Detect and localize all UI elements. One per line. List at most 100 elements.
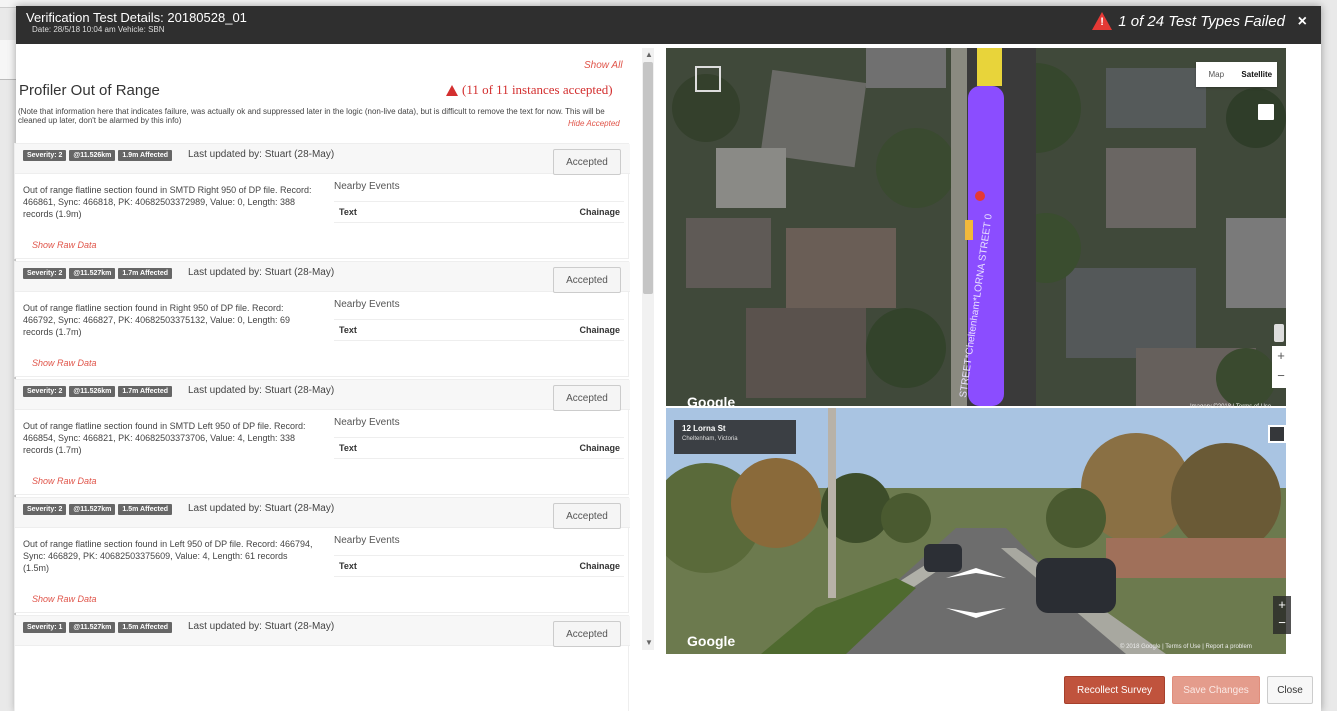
affected-badge: 1.7m Affected [118, 268, 173, 279]
last-updated: Last updated by: Stuart (28-May) [188, 621, 335, 632]
street-view-fullscreen-icon[interactable] [1268, 425, 1286, 443]
position-badge: @11.527km [69, 268, 116, 279]
map-zoom-in-button[interactable]: + [1272, 346, 1290, 366]
severity-badge: Severity: 2 [23, 268, 67, 279]
event-badges: Severity: 2 @11.526km 1.7m Affected [23, 386, 173, 397]
event-card: Severity: 1 @11.527km 1.5m Affected Last… [14, 615, 630, 711]
street-address-box: 12 Lorna St Cheltenham, Victoria [674, 420, 796, 454]
accepted-button[interactable]: Accepted [553, 621, 621, 647]
map-type-toggle[interactable]: Map Satellite [1196, 62, 1277, 87]
map-layers-icon[interactable] [695, 66, 721, 92]
nearby-events-title: Nearby Events [334, 299, 400, 310]
nearby-events-title: Nearby Events [334, 417, 400, 428]
nearby-events-title: Nearby Events [334, 181, 400, 192]
street-address: 12 Lorna St [682, 424, 726, 433]
column-text: Text [339, 443, 357, 453]
show-raw-data-link[interactable]: Show Raw Data [32, 594, 97, 604]
accepted-button[interactable]: Accepted [553, 267, 621, 293]
event-description: Out of range flatline section found in S… [23, 421, 306, 455]
hide-accepted-link[interactable]: Hide Accepted [568, 119, 620, 128]
column-text: Text [339, 207, 357, 217]
affected-badge: 1.9m Affected [118, 150, 173, 161]
position-badge: @11.527km [69, 622, 116, 633]
event-description: Out of range flatline section found in S… [23, 185, 312, 219]
severity-badge: Severity: 2 [23, 386, 67, 397]
street-view-zoom-out-button[interactable]: − [1273, 614, 1291, 632]
instances-text: (11 of 11 instances accepted) [462, 82, 613, 97]
event-description: Out of range flatline section found in L… [23, 539, 313, 573]
event-card-header: Severity: 1 @11.527km 1.5m Affected Last… [15, 616, 630, 646]
accepted-button[interactable]: Accepted [553, 503, 621, 529]
warning-icon [446, 84, 458, 96]
nearby-events-table: Text Chainage [334, 319, 624, 341]
save-changes-button[interactable]: Save Changes [1172, 676, 1260, 704]
show-raw-data-link[interactable]: Show Raw Data [32, 476, 97, 486]
column-chainage: Chainage [579, 443, 620, 453]
last-updated: Last updated by: Stuart (28-May) [188, 385, 335, 396]
map-fullscreen-icon[interactable] [1258, 104, 1274, 120]
column-text: Text [339, 561, 357, 571]
column-chainage: Chainage [579, 561, 620, 571]
position-badge: @11.526km [69, 150, 116, 161]
last-updated: Last updated by: Stuart (28-May) [188, 149, 335, 160]
column-chainage: Chainage [579, 325, 620, 335]
map-zoom-out-button[interactable]: − [1272, 366, 1290, 386]
event-badges: Severity: 2 @11.526km 1.9m Affected [23, 150, 173, 161]
warning-icon [1092, 12, 1113, 30]
position-badge: @11.526km [69, 386, 116, 397]
close-icon[interactable]: × [1298, 13, 1307, 31]
column-text: Text [339, 325, 357, 335]
map-zoom-control[interactable]: + − [1272, 346, 1290, 388]
event-badges: Severity: 1 @11.527km 1.5m Affected [23, 622, 173, 633]
accepted-button[interactable]: Accepted [553, 385, 621, 411]
failure-summary: 1 of 24 Test Types Failed [1092, 12, 1285, 30]
last-updated: Last updated by: Stuart (28-May) [188, 503, 335, 514]
recollect-survey-button[interactable]: Recollect Survey [1064, 676, 1165, 704]
satellite-map[interactable]: STREET*Cheltenham*LORNA STREET 0 [666, 48, 1286, 406]
info-note: (Note that information here that indicat… [18, 107, 605, 125]
event-card: Severity: 2 @11.527km 1.7m Affected Last… [14, 261, 630, 377]
event-card-header: Severity: 2 @11.527km 1.5m Affected Last… [15, 498, 630, 528]
column-chainage: Chainage [579, 207, 620, 217]
affected-badge: 1.5m Affected [118, 622, 173, 633]
street-suburb: Cheltenham, Victoria [682, 436, 738, 442]
street-view-google-logo: Google [687, 633, 736, 649]
last-updated: Last updated by: Stuart (28-May) [188, 267, 335, 278]
show-raw-data-link[interactable]: Show Raw Data [32, 240, 97, 250]
accepted-button[interactable]: Accepted [553, 149, 621, 175]
event-card-header: Severity: 2 @11.526km 1.7m Affected Last… [15, 380, 630, 410]
scroll-down-icon[interactable]: ▼ [645, 638, 653, 647]
event-card: Severity: 2 @11.527km 1.5m Affected Last… [14, 497, 630, 613]
modal-title: Verification Test Details: 20180528_01 [26, 10, 247, 25]
event-card: Severity: 2 @11.526km 1.9m Affected Last… [14, 143, 630, 259]
event-badges: Severity: 2 @11.527km 1.7m Affected [23, 268, 173, 279]
position-badge: @11.527km [69, 504, 116, 515]
event-card-header: Severity: 2 @11.526km 1.9m Affected Last… [15, 144, 630, 174]
pegman-icon[interactable] [1274, 324, 1284, 342]
map-type-satellite-button[interactable]: Satellite [1237, 62, 1278, 87]
show-raw-data-link[interactable]: Show Raw Data [32, 358, 97, 368]
event-card-header: Severity: 2 @11.527km 1.7m Affected Last… [15, 262, 630, 292]
show-all-link[interactable]: Show All [584, 60, 623, 71]
severity-badge: Severity: 2 [23, 504, 67, 515]
nearby-events-table: Text Chainage [334, 201, 624, 223]
event-card: Severity: 2 @11.526km 1.7m Affected Last… [14, 379, 630, 495]
modal-subtitle: Date: 28/5/18 10:04 am Vehicle: SBN [32, 25, 165, 34]
failure-count-text: 1 of 24 Test Types Failed [1118, 12, 1285, 30]
background-sidebar [0, 40, 16, 80]
event-description: Out of range flatline section found in R… [23, 303, 291, 337]
left-scrollbar-thumb[interactable] [643, 62, 653, 294]
nearby-events-table: Text Chainage [334, 437, 624, 459]
affected-badge: 1.7m Affected [118, 386, 173, 397]
street-view-zoom-control[interactable]: + − [1273, 596, 1291, 634]
street-view-zoom-in-button[interactable]: + [1273, 596, 1291, 614]
severity-badge: Severity: 2 [23, 150, 67, 161]
event-badges: Severity: 2 @11.527km 1.5m Affected [23, 504, 173, 515]
satellite-imagery: STREET*Cheltenham*LORNA STREET 0 [666, 48, 1286, 406]
map-type-map-button[interactable]: Map [1196, 62, 1237, 87]
scroll-up-icon[interactable]: ▲ [645, 50, 653, 59]
section-title: Profiler Out of Range [19, 82, 160, 99]
close-button[interactable]: Close [1267, 676, 1313, 704]
instances-accepted: (11 of 11 instances accepted) [446, 82, 613, 98]
affected-badge: 1.5m Affected [118, 504, 173, 515]
